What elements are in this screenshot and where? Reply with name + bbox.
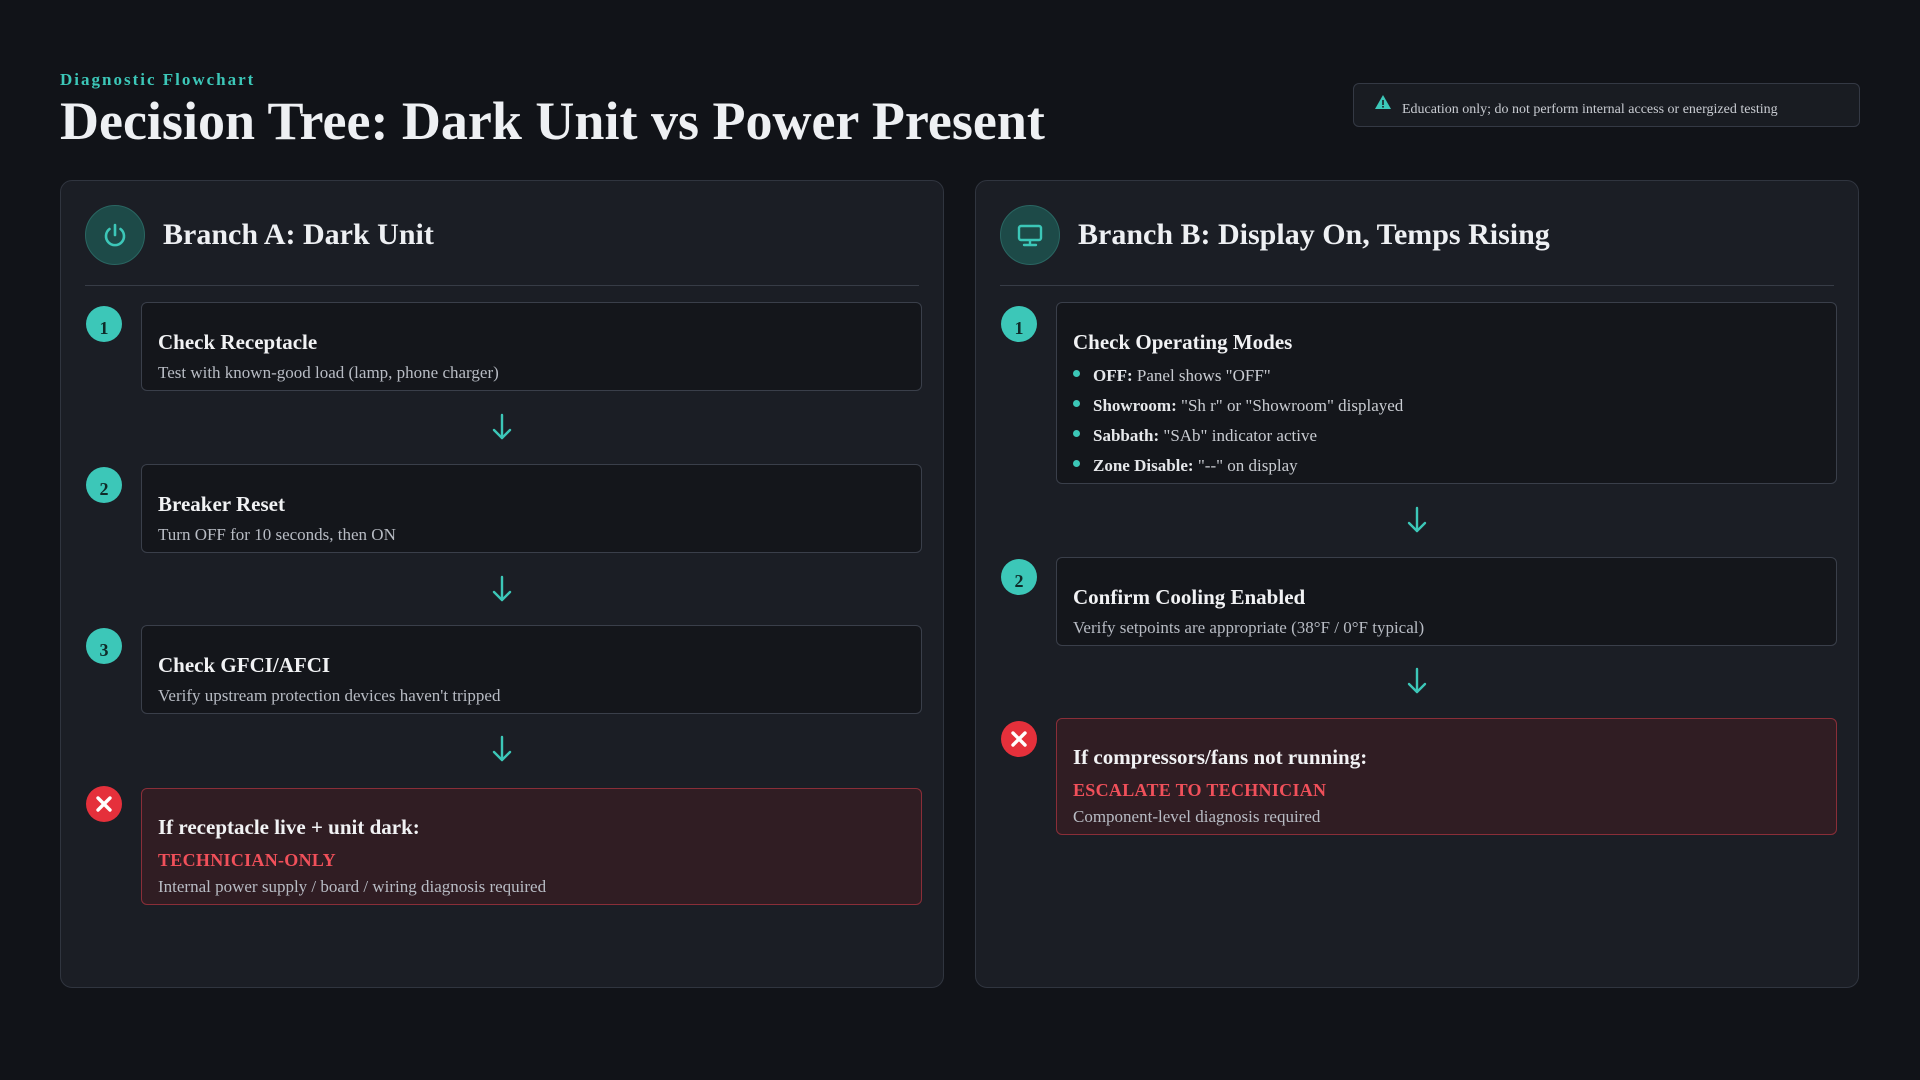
outcome-card-technician-only: If receptacle live + unit dark: TECHNICI… [141, 788, 922, 905]
step-number-badge: 3 [86, 628, 122, 664]
outcome-flag: TECHNICIAN-ONLY [158, 850, 336, 870]
step-title: Check GFCI/AFCI [158, 653, 331, 677]
step-title: Check Receptacle [158, 330, 318, 354]
step-number-badge: 2 [86, 467, 122, 503]
step-description: Verify upstream protection devices haven… [158, 686, 501, 705]
outcome-card-escalate: If compressors/fans not running: ESCALAT… [1056, 718, 1837, 835]
step-description: Verify setpoints are appropriate (38°F /… [1073, 618, 1425, 637]
arrow-down-icon [492, 575, 512, 602]
branch-b-divider [1000, 285, 1834, 286]
list-item: Sabbath: "SAb" indicator active [1073, 421, 1820, 451]
diagram-kicker: Diagnostic Flowchart [60, 70, 256, 89]
step-card-breaker-reset: Breaker Reset Turn OFF for 10 seconds, t… [141, 464, 922, 553]
outcome-title: If receptacle live + unit dark: [158, 815, 420, 839]
list-item: Showroom: "Sh r" or "Showroom" displayed [1073, 391, 1820, 421]
step-number-badge: 2 [1001, 559, 1037, 595]
branch-a-panel: Branch A: Dark Unit 1 Check Receptacle T… [60, 180, 944, 988]
branch-a-header: Branch A: Dark Unit [85, 205, 919, 265]
step-number-badge: 1 [86, 306, 122, 342]
step-description: Turn OFF for 10 seconds, then ON [158, 525, 396, 544]
power-icon [85, 205, 145, 265]
step-description: Test with known-good load (lamp, phone c… [158, 363, 499, 382]
step-card-check-receptacle: Check Receptacle Test with known-good lo… [141, 302, 922, 391]
branch-a-title: Branch A: Dark Unit [163, 218, 434, 251]
step-card-operating-modes: Check Operating Modes OFF: Panel shows "… [1056, 302, 1837, 484]
monitor-icon [1000, 205, 1060, 265]
outcome-description: Internal power supply / board / wiring d… [158, 877, 547, 896]
step-number-badge: 1 [1001, 306, 1037, 342]
outcome-flag: ESCALATE TO TECHNICIAN [1073, 780, 1327, 800]
close-icon [1001, 721, 1037, 757]
branch-b-panel: Branch B: Display On, Temps Rising 1 Che… [975, 180, 1859, 988]
close-icon [86, 786, 122, 822]
branch-a-divider [85, 285, 919, 286]
step-card-check-gfci: Check GFCI/AFCI Verify upstream protecti… [141, 625, 922, 714]
arrow-down-icon [492, 413, 512, 440]
step-title: Confirm Cooling Enabled [1073, 585, 1306, 609]
page-title: Decision Tree: Dark Unit vs Power Presen… [60, 91, 1045, 151]
step-title: Breaker Reset [158, 492, 285, 516]
mode-list: OFF: Panel shows "OFF" Showroom: "Sh r" … [1073, 361, 1820, 481]
list-item: OFF: Panel shows "OFF" [1073, 361, 1820, 391]
arrow-down-icon [1407, 667, 1427, 694]
disclaimer-banner: Education only; do not perform internal … [1353, 83, 1860, 127]
arrow-down-icon [1407, 506, 1427, 533]
step-title: Check Operating Modes [1073, 330, 1293, 354]
outcome-description: Component-level diagnosis required [1073, 807, 1321, 826]
outcome-title: If compressors/fans not running: [1073, 745, 1368, 769]
branch-b-header: Branch B: Display On, Temps Rising [1000, 205, 1834, 265]
arrow-down-icon [492, 735, 512, 762]
disclaimer-text: Education only; do not perform internal … [1402, 102, 1778, 117]
step-card-confirm-cooling: Confirm Cooling Enabled Verify setpoints… [1056, 557, 1837, 646]
branch-b-title: Branch B: Display On, Temps Rising [1078, 218, 1550, 251]
list-item: Zone Disable: "--" on display [1073, 451, 1820, 481]
warning-icon [1375, 95, 1391, 109]
